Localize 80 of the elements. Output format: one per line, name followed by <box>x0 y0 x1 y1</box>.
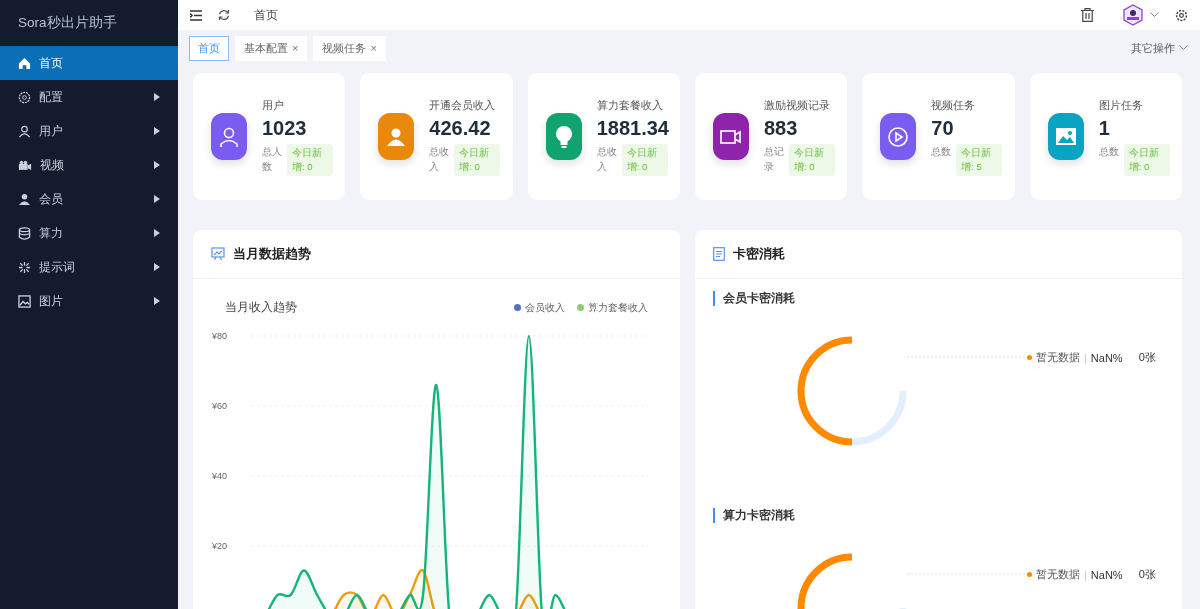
stat-label: 总记录 <box>764 144 785 174</box>
stat-title: 视频任务 <box>931 97 977 113</box>
today-new-badge: 今日新增: 0 <box>454 143 501 176</box>
sidebar-item[interactable]: 配置 <box>0 80 178 114</box>
stat-value: 1023 <box>262 116 308 140</box>
stat-value: 1881.34 <box>596 116 669 140</box>
camera-icon <box>18 158 32 172</box>
today-new-badge: 今日新增: 0 <box>621 143 668 176</box>
avatar-logo[interactable] <box>1122 4 1144 26</box>
stat-value: 426.42 <box>429 116 492 140</box>
legend-label: 暂无数据 <box>1036 350 1080 365</box>
stat-title: 算力套餐收入 <box>596 97 664 113</box>
legend-count: 0张 <box>1138 350 1156 365</box>
stat-label: 总数 <box>1098 144 1120 159</box>
legend-percent: NaN% <box>1090 568 1123 581</box>
stat-value: 883 <box>764 116 799 140</box>
today-new-badge: 今日新增: 0 <box>287 143 333 176</box>
stat-label: 总人数 <box>262 144 283 174</box>
y-axis-label: ¥20 <box>211 541 227 551</box>
today-new-badge: 今日新增: 5 <box>956 143 1003 176</box>
y-axis-label: ¥40 <box>211 471 227 481</box>
chevron-down-icon[interactable] <box>1179 45 1188 51</box>
panel-title: 卡密消耗 <box>733 245 785 263</box>
sidebar-item[interactable]: 首页 <box>0 46 178 80</box>
tab[interactable]: 视频任务 × <box>313 35 386 61</box>
legend-label: 暂无数据 <box>1036 567 1080 582</box>
user-icon <box>18 124 31 138</box>
sparkle-icon <box>18 260 31 274</box>
breadcrumb: 首页 <box>254 6 279 24</box>
stat-title: 图片任务 <box>1098 97 1144 113</box>
separator: | <box>1084 568 1087 581</box>
legend-label[interactable]: 会员收入 <box>525 300 565 315</box>
sidebar-item[interactable]: 用户 <box>0 114 178 148</box>
database-icon <box>18 226 31 240</box>
image-icon <box>18 294 31 308</box>
sidebar-item[interactable]: 提示词 <box>0 250 178 284</box>
chevron-down-icon[interactable] <box>1150 12 1159 18</box>
stat-title: 开通会员收入 <box>429 97 497 113</box>
section-title: 会员卡密消耗 <box>713 291 1164 306</box>
home-icon <box>18 56 31 70</box>
y-axis-label: ¥80 <box>211 331 227 341</box>
tab[interactable]: 基本配置 × <box>235 35 308 61</box>
tab[interactable]: 首页 <box>189 35 229 61</box>
sidebar-item[interactable]: 会员 <box>0 182 178 216</box>
section-title: 算力卡密消耗 <box>713 508 1164 523</box>
gear-icon <box>18 90 31 104</box>
stat-label: 总数 <box>931 144 953 159</box>
sidebar-item[interactable]: 视频 <box>0 148 178 182</box>
sidebar-item[interactable]: 图片 <box>0 284 178 318</box>
panel-title: 当月数据趋势 <box>233 245 311 263</box>
today-new-badge: 今日新增: 0 <box>789 143 835 176</box>
chart-title: 当月收入趋势 <box>225 299 298 316</box>
menu-icon[interactable] <box>190 9 202 21</box>
legend-percent: NaN% <box>1090 351 1123 364</box>
stat-value: 1 <box>1098 116 1111 140</box>
stat-title: 用户 <box>262 97 285 113</box>
refresh-icon[interactable] <box>218 9 230 21</box>
stat-title: 激励视频记录 <box>764 97 831 113</box>
stat-value: 70 <box>931 116 955 140</box>
settings-icon[interactable] <box>1175 8 1188 22</box>
legend-dot <box>1027 355 1032 360</box>
today-new-badge: 今日新增: 0 <box>1123 143 1170 176</box>
close-icon[interactable]: × <box>370 42 377 54</box>
y-axis-label: ¥60 <box>211 401 227 411</box>
presentation-chart-icon <box>211 247 225 261</box>
legend-label[interactable]: 算力套餐收入 <box>588 300 648 315</box>
trash-icon[interactable] <box>1081 8 1094 22</box>
app-title: Sora秒出片助手 <box>18 14 117 32</box>
stat-label: 总收入 <box>596 144 618 174</box>
legend-dot <box>1027 572 1032 577</box>
legend-count: 0张 <box>1138 567 1156 582</box>
legend-dot <box>577 304 584 311</box>
separator: | <box>1084 351 1087 364</box>
sidebar-item[interactable]: 算力 <box>0 216 178 250</box>
close-icon[interactable]: × <box>292 42 299 54</box>
legend-dot <box>514 304 521 311</box>
document-icon <box>713 247 725 261</box>
stat-label: 总收入 <box>429 144 451 174</box>
other-actions-dropdown[interactable]: 其它操作 <box>1131 40 1188 56</box>
person-icon <box>18 192 31 206</box>
